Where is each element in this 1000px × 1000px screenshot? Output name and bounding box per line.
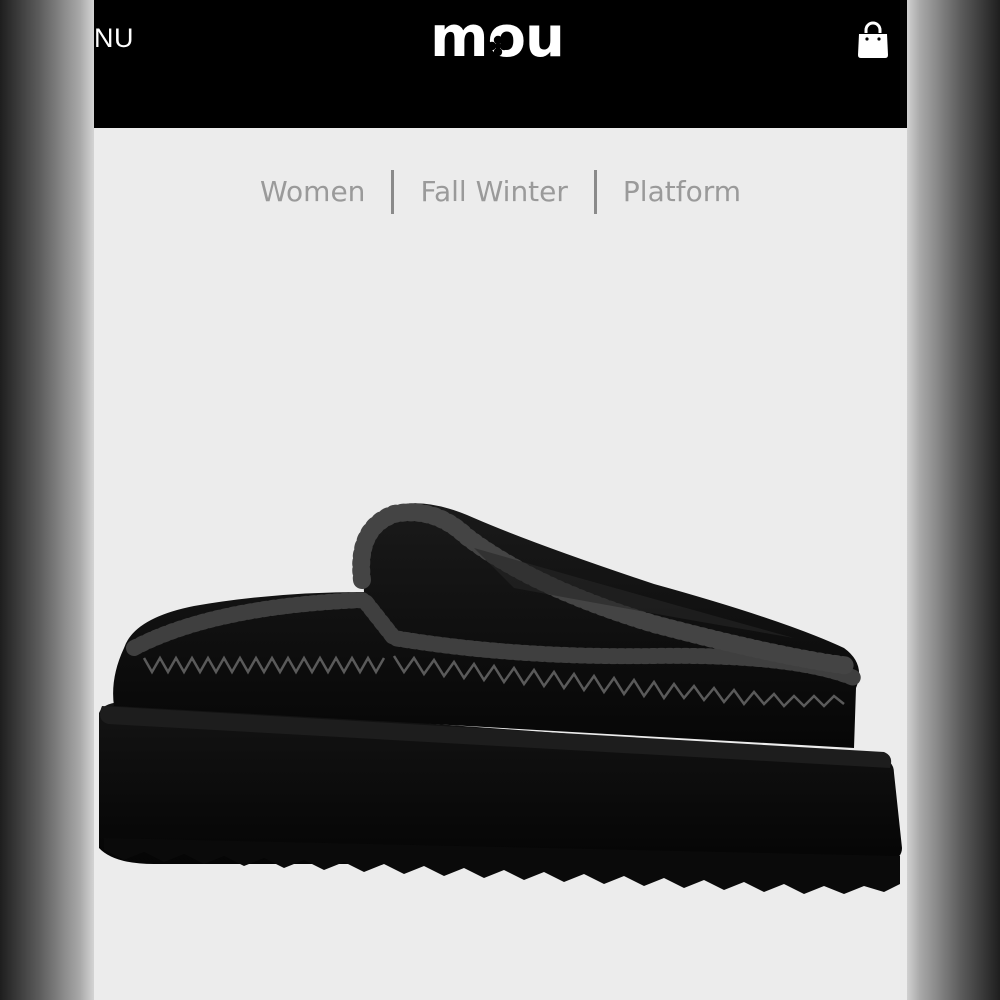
breadcrumb-separator (391, 170, 395, 214)
screen: NU mou (0, 0, 1000, 1000)
breadcrumb: Women Fall Winter Platform (94, 168, 907, 216)
platform-clog-image[interactable] (94, 488, 907, 908)
mobile-page: NU mou (94, 0, 907, 1000)
brand-flower-mark (487, 35, 509, 57)
breadcrumb-item-fall-winter[interactable]: Fall Winter (420, 168, 567, 216)
shopping-bag-icon[interactable] (856, 20, 890, 60)
menu-button[interactable]: NU (94, 22, 134, 54)
top-navigation-bar: NU mou (94, 0, 907, 128)
breadcrumb-separator (593, 170, 597, 214)
breadcrumb-item-platform[interactable]: Platform (623, 168, 741, 216)
product-page-content: Women Fall Winter Platform (94, 128, 907, 1000)
breadcrumb-item-women[interactable]: Women (260, 168, 365, 216)
brand-logo[interactable]: mou (404, 6, 590, 70)
